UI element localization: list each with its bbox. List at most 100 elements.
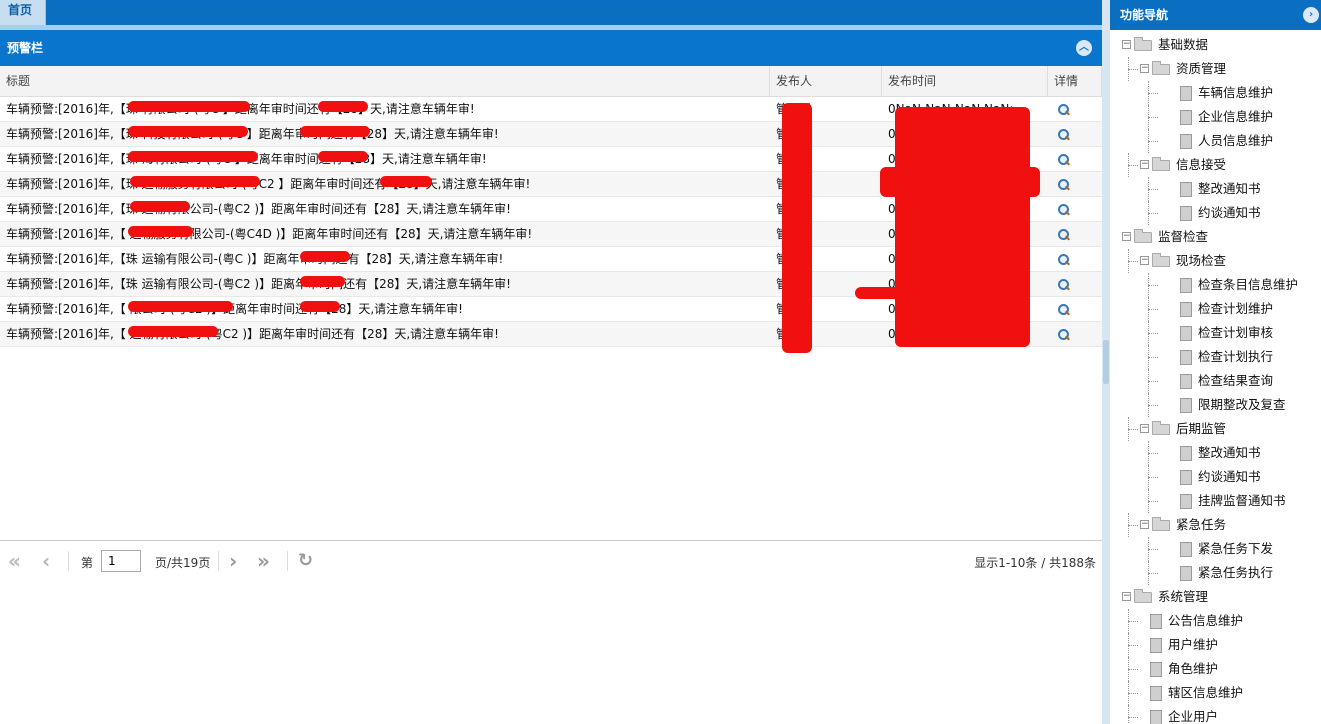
redaction-mark: [300, 126, 370, 137]
collapse-toggle-icon[interactable]: −: [1122, 40, 1131, 49]
collapse-toggle-icon[interactable]: −: [1140, 64, 1149, 73]
tree-connector: [1128, 261, 1138, 262]
nav-item[interactable]: 检查计划维护: [1110, 297, 1321, 321]
collapse-toggle-icon[interactable]: −: [1140, 160, 1149, 169]
cell-detail: [1048, 222, 1102, 246]
nav-item[interactable]: − 现场检查: [1110, 249, 1321, 273]
tab-home[interactable]: 首页: [0, 0, 46, 25]
tree-connector: [1148, 573, 1158, 574]
sidebar-title: 功能导航: [1120, 8, 1169, 22]
tree-connector: [1148, 81, 1149, 105]
cell-detail: [1048, 147, 1102, 171]
panel-header: 预警栏 ︿: [0, 30, 1102, 66]
nav-item[interactable]: 公告信息维护: [1110, 609, 1321, 633]
redaction-mark: [128, 101, 250, 112]
layout-splitter[interactable]: [1102, 0, 1110, 724]
nav-item[interactable]: − 系统管理: [1110, 585, 1321, 609]
nav-item[interactable]: 辖区信息维护: [1110, 681, 1321, 705]
nav-item-label: 紧急任务下发: [1198, 541, 1274, 556]
nav-item[interactable]: 企业信息维护: [1110, 105, 1321, 129]
magnifier-icon[interactable]: [1058, 278, 1070, 291]
magnifier-icon[interactable]: [1058, 203, 1070, 216]
nav-item[interactable]: 约谈通知书: [1110, 201, 1321, 225]
tree-connector: [1148, 561, 1149, 585]
cell-title: 车辆预警:[2016]年,【 运输服务有限公司-(粤C4D )】距离年审时间还有…: [6, 227, 533, 241]
magnifier-icon[interactable]: [1058, 178, 1070, 191]
tree-connector: [1148, 489, 1149, 513]
nav-item-label: 整改通知书: [1198, 181, 1261, 196]
tree-connector: [1148, 285, 1158, 286]
file-icon: [1180, 350, 1192, 365]
nav-item[interactable]: 整改通知书: [1110, 441, 1321, 465]
nav-item[interactable]: − 资质管理: [1110, 57, 1321, 81]
nav-item[interactable]: 人员信息维护: [1110, 129, 1321, 153]
nav-item[interactable]: 车辆信息维护: [1110, 81, 1321, 105]
magnifier-icon[interactable]: [1058, 128, 1070, 141]
file-icon: [1180, 326, 1192, 341]
collapse-toggle-icon[interactable]: −: [1140, 520, 1149, 529]
file-icon: [1150, 614, 1162, 629]
magnifier-icon[interactable]: [1058, 103, 1070, 116]
redaction-mark: [300, 251, 350, 262]
column-time[interactable]: 发布时间: [882, 66, 1048, 96]
file-icon: [1180, 494, 1192, 509]
file-icon: [1180, 566, 1192, 581]
tree-connector: [1128, 621, 1138, 622]
prev-page-icon[interactable]: ‹: [42, 549, 50, 573]
magnifier-icon[interactable]: [1058, 228, 1070, 241]
column-detail[interactable]: 详情: [1048, 66, 1102, 96]
page-number-input[interactable]: [101, 550, 141, 572]
nav-item[interactable]: − 后期监管: [1110, 417, 1321, 441]
column-publisher[interactable]: 发布人: [770, 66, 882, 96]
nav-item[interactable]: 检查结果查询: [1110, 369, 1321, 393]
nav-item[interactable]: 用户维护: [1110, 633, 1321, 657]
magnifier-icon[interactable]: [1058, 253, 1070, 266]
column-title[interactable]: 标题: [0, 66, 770, 96]
nav-item[interactable]: 限期整改及复查: [1110, 393, 1321, 417]
nav-item-label: 检查条目信息维护: [1198, 277, 1299, 292]
tree-connector: [1148, 477, 1158, 478]
redaction-mark: [128, 326, 218, 337]
refresh-icon[interactable]: ↻: [298, 549, 313, 573]
nav-item[interactable]: 检查条目信息维护: [1110, 273, 1321, 297]
grid-header: 标题 发布人 发布时间 详情: [0, 66, 1102, 97]
cell-detail: [1048, 172, 1102, 196]
tree-connector: [1148, 549, 1158, 550]
nav-item[interactable]: 检查计划审核: [1110, 321, 1321, 345]
tree-connector: [1128, 57, 1129, 81]
last-page-icon[interactable]: »: [257, 549, 270, 573]
tree-connector: [1148, 393, 1149, 417]
collapse-toggle-icon[interactable]: −: [1122, 232, 1131, 241]
folder-icon: [1134, 229, 1152, 243]
nav-item[interactable]: − 基础数据: [1110, 33, 1321, 57]
chevron-right-icon[interactable]: ›: [1303, 7, 1319, 23]
magnifier-icon[interactable]: [1058, 303, 1070, 316]
nav-item[interactable]: 角色维护: [1110, 657, 1321, 681]
chevron-up-icon[interactable]: ︿: [1076, 40, 1092, 56]
tree-connector: [1148, 321, 1149, 345]
nav-item[interactable]: − 信息接受: [1110, 153, 1321, 177]
nav-item-label: 用户维护: [1168, 637, 1219, 652]
nav-item[interactable]: 挂牌监督通知书: [1110, 489, 1321, 513]
collapse-toggle-icon[interactable]: −: [1140, 256, 1149, 265]
nav-item[interactable]: 企业用户: [1110, 705, 1321, 724]
nav-item-label: 限期整改及复查: [1198, 397, 1286, 412]
first-page-icon[interactable]: «: [8, 549, 21, 573]
nav-item[interactable]: − 监督检查: [1110, 225, 1321, 249]
magnifier-icon[interactable]: [1058, 328, 1070, 341]
tree-connector: [1148, 465, 1149, 489]
file-icon: [1180, 110, 1192, 125]
cell-title: 车辆预警:[2016]年,【 运输有限公司-(粤C2 )】距离年审时间还有【28…: [6, 327, 499, 341]
nav-item-label: 监督检查: [1158, 229, 1209, 244]
collapse-toggle-icon[interactable]: −: [1122, 592, 1131, 601]
magnifier-icon[interactable]: [1058, 153, 1070, 166]
nav-item[interactable]: 整改通知书: [1110, 177, 1321, 201]
next-page-icon[interactable]: ›: [229, 549, 237, 573]
collapse-toggle-icon[interactable]: −: [1140, 424, 1149, 433]
nav-item[interactable]: − 紧急任务: [1110, 513, 1321, 537]
cell-detail: [1048, 197, 1102, 221]
nav-item[interactable]: 检查计划执行: [1110, 345, 1321, 369]
nav-item[interactable]: 紧急任务下发: [1110, 537, 1321, 561]
nav-item[interactable]: 约谈通知书: [1110, 465, 1321, 489]
nav-item[interactable]: 紧急任务执行: [1110, 561, 1321, 585]
